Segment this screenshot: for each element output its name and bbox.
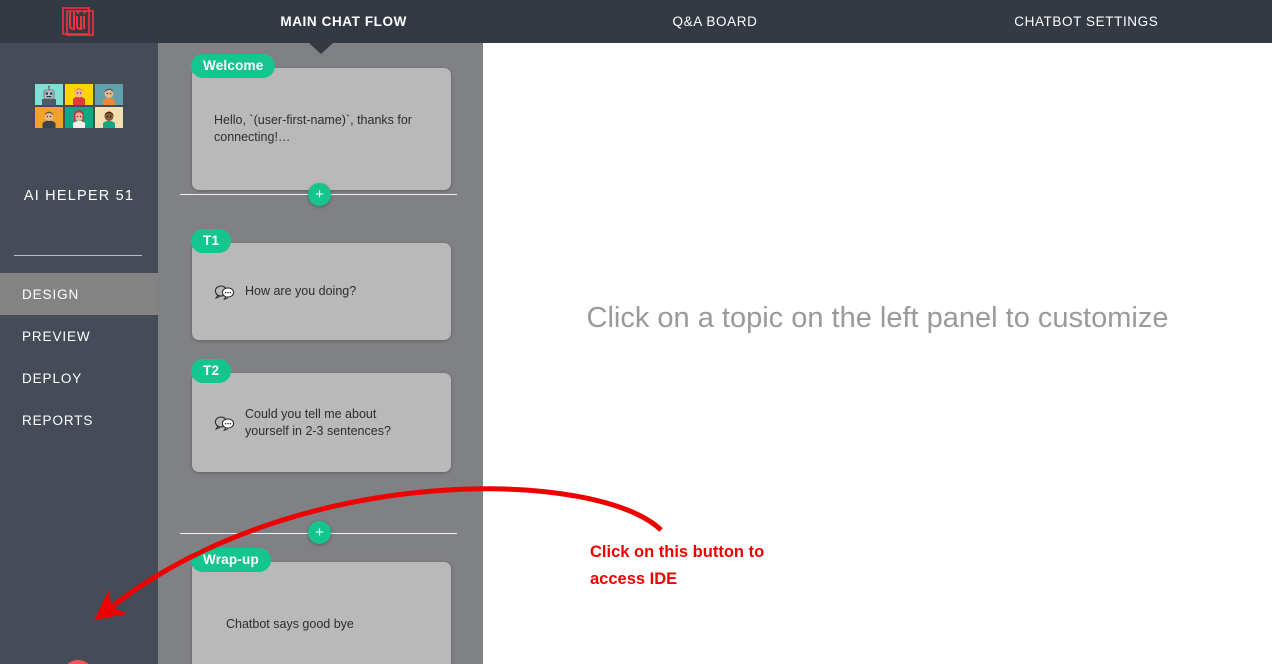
tab-main-chat-flow[interactable]: MAIN CHAT FLOW	[158, 14, 529, 29]
sidebar-divider	[14, 255, 142, 256]
sidebar-item-reports[interactable]: REPORTS	[0, 399, 158, 441]
ide-code-button[interactable]: </>	[62, 660, 94, 664]
flow-card-welcome[interactable]: Welcome Hello, `(user-first-name)`, than…	[191, 54, 451, 190]
avatar-woman-yellow[interactable]	[65, 84, 93, 105]
juji-logo-icon	[62, 6, 94, 36]
avatar-robot[interactable]	[35, 84, 63, 105]
flow-card-text: Chatbot says good bye	[226, 617, 354, 631]
flow-card-body: How are you doing?	[192, 243, 451, 340]
flow-card-text: Could you tell me about yourself in 2-3 …	[245, 406, 391, 438]
flow-card-body: Chatbot says good bye	[192, 562, 451, 664]
sidebar-item-design[interactable]: DESIGN	[0, 273, 158, 315]
flow-card-label: T1	[191, 229, 232, 253]
flow-card-body: Could you tell me about yourself in 2-3 …	[192, 373, 451, 472]
add-topic-button-2[interactable]: +	[308, 521, 331, 544]
sidebar-nav: DESIGN PREVIEW DEPLOY REPORTS	[0, 273, 158, 441]
flow-card-text: Hello, `(user-first-name)`, thanks for c…	[214, 113, 412, 144]
avatar-man-cream[interactable]	[95, 107, 123, 128]
sidebar-item-deploy[interactable]: DEPLOY	[0, 357, 158, 399]
app-root: MAIN CHAT FLOW Q&A BOARD CHATBOT SETTING…	[0, 0, 1272, 664]
main-tabs: MAIN CHAT FLOW Q&A BOARD CHATBOT SETTING…	[158, 0, 1272, 43]
sidebar: AI HELPER 51 DESIGN PREVIEW DEPLOY REPOR…	[0, 43, 158, 664]
avatar-gallery[interactable]	[35, 84, 123, 128]
top-bar: MAIN CHAT FLOW Q&A BOARD CHATBOT SETTING…	[0, 0, 1272, 43]
chat-flow-panel: Welcome Hello, `(user-first-name)`, than…	[158, 43, 483, 664]
empty-state-hint: Click on a topic on the left panel to cu…	[586, 302, 1169, 334]
chatbot-name: AI HELPER 51	[23, 188, 135, 204]
tab-qa-board[interactable]: Q&A BOARD	[529, 14, 900, 29]
speech-bubbles-icon	[214, 284, 235, 300]
flow-card-wrapup[interactable]: Wrap-up Chatbot says good bye	[191, 548, 451, 664]
flow-caret-icon	[308, 43, 333, 54]
flow-card-text: How are you doing?	[245, 284, 357, 298]
sidebar-item-preview[interactable]: PREVIEW	[0, 315, 158, 357]
speech-bubbles-icon	[214, 415, 235, 431]
avatar-woman-green[interactable]	[65, 107, 93, 128]
juji-logo[interactable]	[0, 0, 158, 43]
flow-card-label: Welcome	[191, 54, 276, 78]
add-topic-button-1[interactable]: +	[308, 183, 331, 206]
avatar-man-orange[interactable]	[35, 107, 63, 128]
flow-card-t1[interactable]: T1 How are you doing?	[191, 229, 451, 340]
tab-chatbot-settings[interactable]: CHATBOT SETTINGS	[901, 14, 1272, 29]
flow-card-body: Hello, `(user-first-name)`, thanks for c…	[192, 68, 451, 190]
annotation-text: Click on this button to access IDE	[590, 543, 765, 588]
avatar-man-teal[interactable]	[95, 84, 123, 105]
flow-card-t2[interactable]: T2 Could you tell me about yourself in 2…	[191, 359, 451, 472]
flow-card-label: Wrap-up	[191, 548, 271, 572]
flow-card-label: T2	[191, 359, 232, 383]
